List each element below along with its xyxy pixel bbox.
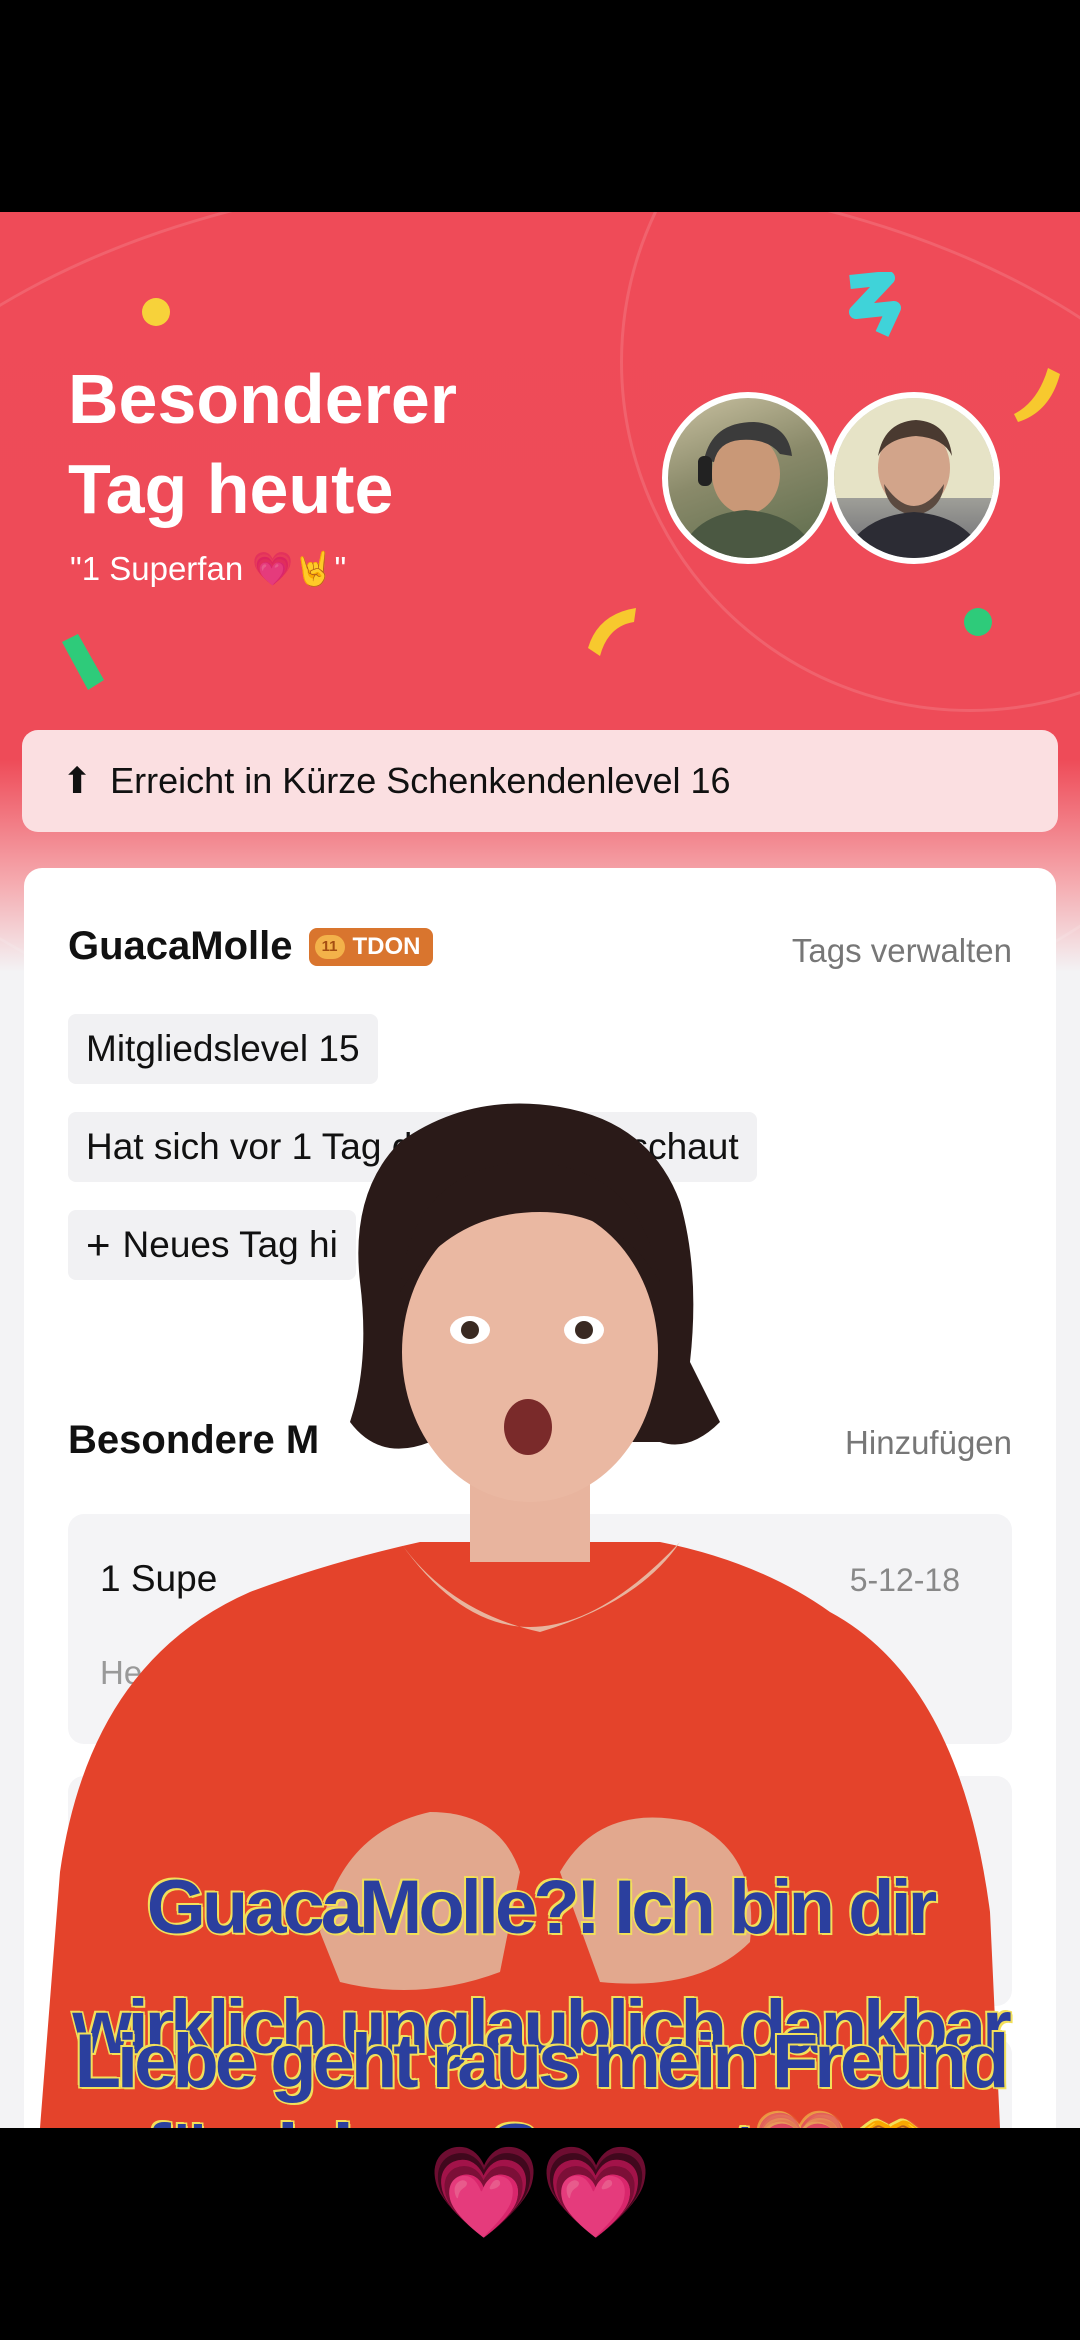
add-tag-button[interactable]: + Neues Tag hi: [68, 1210, 356, 1280]
avatar-host[interactable]: [828, 392, 1000, 564]
title-line-1: Besonderer: [68, 360, 458, 438]
title-line-2: Tag heute: [68, 450, 394, 528]
caption-hearts: 💗💗: [427, 2143, 653, 2243]
caption-line: GuacaMolle?! Ich bin dir: [145, 1864, 939, 1952]
section-title: Besondere M: [68, 1418, 320, 1462]
tag-label: Mitgliedslevel 15: [86, 1028, 360, 1069]
badge-label: TDON: [352, 932, 421, 960]
confetti-banana: [584, 600, 640, 660]
confetti-banana: [1008, 362, 1064, 422]
tag-label: Hat sich vor 1 Tag d: [86, 1126, 413, 1167]
moment-date: 5-12-18: [849, 1562, 960, 1598]
user-header: GuacaMolle 11 TDON: [68, 924, 433, 969]
letterbox-top: [0, 0, 1080, 212]
app-screen: Besonderer Tag heute "1 Superfan 💗🤘" ⬆ E…: [0, 212, 1080, 2128]
add-tag-label: Neues Tag hi: [122, 1224, 338, 1265]
moment-date: 2025: [888, 1824, 960, 1860]
confetti-dot: [142, 298, 170, 326]
tag-chip: Mitgliedslevel 15: [68, 1014, 378, 1084]
caption-line: Liebe geht raus mein Freund: [73, 2018, 1011, 2106]
level-progress-banner[interactable]: ⬆ Erreicht in Kürze Schenkendenlevel 16: [22, 730, 1058, 832]
hero-subtitle: "1 Superfan 💗🤘": [70, 550, 347, 587]
confetti-ribbon: [58, 632, 108, 692]
plus-icon: +: [86, 1221, 111, 1268]
manage-tags-link[interactable]: Tags verwalten: [792, 932, 1012, 970]
coin-icon: 11: [314, 934, 345, 959]
caption-line: für deinen Support💗🫶: [0, 2106, 1080, 2129]
moment-subtitle: He: [100, 1654, 143, 1691]
add-moment-link[interactable]: Hinzufügen: [845, 1424, 1012, 1462]
tag-label: E angeschaut: [512, 1126, 739, 1167]
level-progress-text: Erreicht in Kürze Schenkendenlevel 16: [110, 760, 731, 801]
confetti-dot: [964, 608, 992, 636]
fan-level-badge: 11 TDON: [308, 927, 433, 966]
tag-chip: Hat sich vor 1 Tag d E angeschaut: [68, 1112, 757, 1182]
hero-banner: Besonderer Tag heute "1 Superfan 💗🤘": [0, 212, 1080, 972]
arrow-up-icon: ⬆: [62, 760, 93, 801]
avatar-fan[interactable]: [662, 392, 834, 564]
user-name[interactable]: GuacaMolle: [68, 924, 293, 969]
confetti-zigzag: [842, 271, 902, 342]
page-title: Besonderer Tag heute: [68, 354, 457, 534]
moment-item[interactable]: 1 Supe 5-12-18 He: [68, 1514, 1012, 1744]
moment-title: 1 Supe: [100, 1558, 218, 1599]
